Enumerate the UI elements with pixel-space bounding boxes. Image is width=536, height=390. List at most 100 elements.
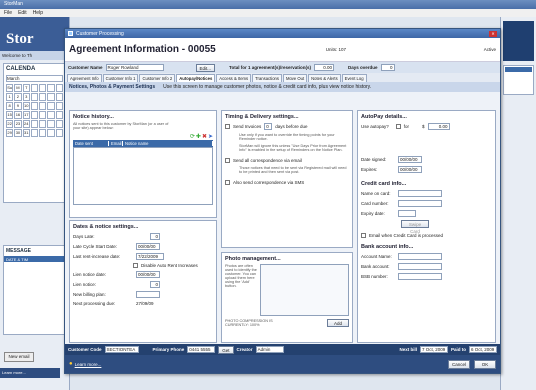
menu-help[interactable]: Help — [33, 10, 43, 16]
column-header[interactable]: Date sent — [73, 141, 109, 146]
lien-date-field[interactable]: 00/00/00 — [136, 271, 160, 278]
days-late-field[interactable]: 0 — [150, 233, 160, 240]
customer-name-field[interactable]: Roger Rowland — [105, 64, 164, 71]
column-header[interactable]: Email — [109, 141, 123, 146]
expiry-field[interactable] — [398, 210, 416, 217]
get-button[interactable]: Get — [218, 345, 234, 354]
tab-customer-info-2[interactable]: Customer Info 2 — [139, 74, 176, 82]
paid-to-field: 6 Oct, 2009 — [469, 346, 497, 353]
swipe-card-button[interactable]: Swipe Card — [401, 220, 429, 234]
account-name-row: Account Name: — [361, 253, 492, 260]
logo: Stor — [0, 17, 69, 51]
bank-account-field[interactable] — [398, 263, 442, 270]
column-header[interactable]: Notice name — [123, 141, 213, 146]
photo-box[interactable] — [260, 264, 349, 316]
calendar-day[interactable]: 3 — [22, 93, 30, 101]
autopay-title: AutoPay details... — [361, 114, 407, 120]
expires-label: Expires: — [361, 167, 378, 172]
date-signed-field[interactable]: 00/00/00 — [398, 156, 422, 163]
calendar-day[interactable]: 24 — [22, 120, 30, 128]
calendar-day[interactable]: 29 — [6, 129, 14, 137]
tab-event-log[interactable]: Event Log — [341, 74, 367, 82]
lien-notice-field[interactable]: 0 — [150, 281, 160, 288]
days-before-field[interactable]: 0 — [264, 123, 273, 130]
calendar-day[interactable]: 9 — [14, 102, 22, 110]
disable-rent-checkbox[interactable] — [133, 263, 138, 268]
new-email-button[interactable]: New email — [4, 352, 34, 362]
delete-icon[interactable]: ✖ — [202, 133, 207, 140]
expires-field[interactable]: 00/00/00 — [398, 166, 422, 173]
bsb-field[interactable] — [398, 273, 442, 280]
calendar-day[interactable]: 17 — [22, 111, 30, 119]
tab-move-out[interactable]: Move Out — [282, 74, 308, 82]
calendar-day[interactable]: 23 — [14, 120, 22, 128]
month-select[interactable]: March — [6, 75, 63, 82]
notice-grid-body[interactable] — [73, 147, 213, 205]
notice-grid[interactable]: Date sent Email Notice name — [73, 140, 213, 205]
calendar-day[interactable]: 2 — [14, 93, 22, 101]
calendar-day[interactable]: 1 — [6, 93, 14, 101]
calendar-day[interactable]: 10 — [22, 102, 30, 110]
learn-more-link[interactable]: Learn more... — [0, 368, 60, 378]
card-name-field[interactable] — [398, 190, 442, 197]
timing-note-1: Use only if you want to override the tim… — [239, 133, 335, 141]
late-cycle-field[interactable]: 00/00/00 — [136, 243, 160, 250]
refresh-icon[interactable]: ⟳ — [190, 133, 195, 140]
primary-phone-field: 0441 5555 — [187, 346, 216, 353]
timing-delivery-panel: Timing & Delivery settings... Send Invoi… — [221, 110, 353, 248]
section-header: Notices, Photos & Payment Settings Use t… — [65, 82, 500, 92]
menu-file[interactable]: File — [4, 10, 12, 16]
cancel-button[interactable]: Cancel — [448, 359, 470, 369]
send-email-checkbox[interactable] — [225, 158, 230, 163]
photo-title: Photo management... — [225, 256, 281, 262]
lien-date-label: Lien notice date: — [73, 272, 107, 277]
calendar-day[interactable]: 15 — [6, 111, 14, 119]
add-photo-button[interactable]: Add — [327, 319, 349, 327]
send-sms-checkbox[interactable] — [225, 180, 230, 185]
dialog-button-bar: ● Learn more... Cancel OK — [65, 355, 500, 373]
learn-more-link[interactable]: Learn more... — [75, 362, 102, 367]
tab-notes-alerts[interactable]: Notes & Alerts — [308, 74, 341, 82]
send-sms-row: Also send correspondence via SMS — [225, 180, 349, 185]
notice-grid-header: Date sent Email Notice name — [73, 140, 213, 147]
date-signed-label: Date signed: — [361, 157, 387, 162]
last-rent-field[interactable]: 7/22/2009 — [136, 253, 164, 260]
close-icon[interactable]: ✕ — [489, 30, 497, 37]
calendar-day[interactable]: 8 — [6, 102, 14, 110]
card-number-field[interactable] — [398, 200, 442, 207]
tab-agreement-info[interactable]: Agreement Info — [67, 74, 102, 82]
tab-customer-info-1[interactable]: Customer Info 1 — [102, 74, 139, 82]
calendar-day[interactable]: 31 — [22, 129, 30, 137]
calendar-day[interactable]: 30 — [14, 129, 22, 137]
autopay-checkbox[interactable] — [395, 124, 401, 129]
send-email-row: Send all correspondence via email — [225, 158, 349, 163]
account-name-field[interactable] — [398, 253, 442, 260]
ok-button[interactable]: OK — [474, 359, 496, 369]
calendar-day[interactable]: 22 — [6, 120, 14, 128]
dialog-header: Agreement Information - 00055 Units: 107… — [65, 38, 500, 62]
menu-edit[interactable]: Edit — [18, 10, 27, 16]
tab-access-items[interactable]: Access & Items — [216, 74, 252, 82]
customer-name-label: Customer Name — [68, 65, 103, 70]
email-cc-checkbox[interactable] — [361, 233, 366, 238]
expiry-row: Expiry date: — [361, 210, 492, 217]
autopay-amount-field[interactable]: 0.00 — [427, 123, 450, 130]
calendar-day[interactable]: 16 — [14, 111, 22, 119]
app-icon — [68, 31, 73, 36]
expires-row: Expires: 00/00/00 — [361, 166, 492, 173]
forward-icon[interactable]: ➤ — [208, 133, 213, 140]
send-invoices-label: Send Invoices — [233, 124, 262, 129]
tab-autopay-notices[interactable]: Autopay/Notices — [176, 74, 216, 82]
next-bill-label: Next bill — [399, 347, 417, 352]
new-billing-field[interactable] — [136, 291, 160, 298]
lien-notice-row: Lien notice: 0 — [73, 281, 213, 288]
late-cycle-label: Late Cycle Start Date: — [73, 244, 118, 249]
card-name-row: Name on card: — [361, 190, 492, 197]
right-list[interactable] — [503, 65, 534, 95]
bank-account-row: Bank account: — [361, 263, 492, 270]
days-overdue-value: 0 — [380, 64, 395, 71]
add-icon[interactable]: ✚ — [196, 133, 201, 140]
tab-transactions[interactable]: Transactions — [252, 74, 282, 82]
send-invoices-checkbox[interactable] — [225, 124, 230, 129]
edit-button[interactable]: Edit... — [195, 63, 216, 72]
